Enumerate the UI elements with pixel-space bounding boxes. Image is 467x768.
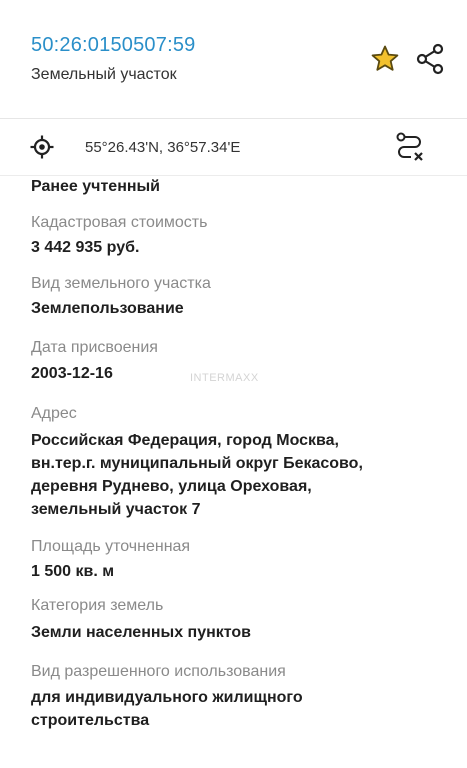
route-icon [396,132,423,161]
permitted-use-line: строительства [31,712,150,729]
target-icon [30,135,54,159]
cadastral-value-label: Кадастровая стоимость [31,214,208,231]
locate-button[interactable] [30,135,54,159]
share-button[interactable] [414,42,446,76]
land-type-label: Вид земельного участка [31,275,211,292]
coordinates-bar: 55°26.43'N, 36°57.34'E [0,119,467,176]
assign-date-value: 2003-12-16 [31,365,113,382]
address-label: Адрес [31,405,77,422]
share-icon [416,43,444,75]
address-line: вн.тер.г. муниципальный округ Бекасово, [31,455,363,472]
watermark: INTERMAXX [190,372,259,384]
address-line: Российская Федерация, город Москва, [31,432,339,449]
assign-date-label: Дата присвоения [31,339,158,356]
land-type-value: Землепользование [31,300,184,317]
permitted-use-line: для индивидуального жилищного [31,689,303,706]
permitted-use-label: Вид разрешенного использования [31,663,286,680]
area-label: Площадь уточненная [31,538,191,555]
address-line: деревня Руднево, улица Ореховая, [31,478,312,495]
land-category-label: Категория земель [31,597,164,614]
object-type: Земельный участок [31,66,177,83]
star-icon [371,45,399,71]
address-line: земельный участок 7 [31,501,201,518]
cadastral-value: 3 442 935 руб. [31,239,140,256]
coordinates-text[interactable]: 55°26.43'N, 36°57.34'E [85,139,240,156]
land-category-value: Земли населенных пунктов [31,624,252,641]
favorite-button[interactable] [369,43,401,75]
route-button[interactable] [395,131,425,163]
cadastral-number[interactable]: 50:26:0150507:59 [31,34,195,57]
area-value: 1 500 кв. м [31,563,115,580]
object-header: 50:26:0150507:59 Земельный участок [0,0,467,118]
status-value: Ранее учтенный [31,178,161,195]
